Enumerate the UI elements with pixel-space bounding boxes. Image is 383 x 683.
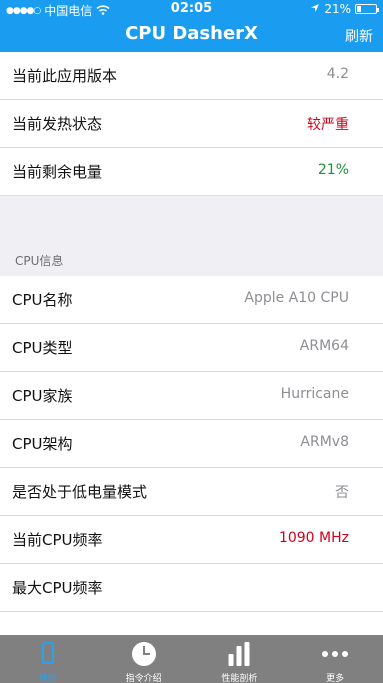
section-header-label: CPU信息: [15, 254, 64, 268]
row-label: CPU家族: [12, 387, 73, 405]
section-header-cpu: CPU信息: [0, 246, 383, 276]
bars-icon: [228, 642, 250, 666]
row-value: ARM64: [299, 338, 349, 354]
tab-instructions[interactable]: 指令介绍: [96, 635, 192, 683]
row-value: 21%: [317, 162, 349, 178]
phone-icon: [41, 642, 54, 664]
list-item[interactable]: CPU架构 ARMv8: [0, 420, 383, 468]
nav-bar: CPU DasherX 刷新: [0, 18, 383, 52]
row-value: 4.2: [326, 66, 349, 82]
nav-title: CPU DasherX: [125, 23, 258, 44]
row-label: 当前发热状态: [12, 115, 103, 133]
row-value: Apple A10 CPU: [244, 290, 349, 306]
tab-label: 更多: [326, 674, 345, 683]
list-item[interactable]: CPU类型 ARM64: [0, 324, 383, 372]
row-label: 当前此应用版本: [12, 67, 118, 85]
tab-label: 性能剖析: [221, 674, 258, 683]
row-label: 当前剩余电量: [12, 163, 103, 181]
list-item-partial-bottom: [0, 612, 383, 635]
row-label: 最大CPU频率: [12, 579, 103, 597]
row-label: 当前CPU频率: [12, 531, 103, 549]
row-value: ARMv8: [300, 434, 349, 450]
battery-percent: 21%: [324, 2, 351, 16]
tab-label: 我的: [38, 674, 57, 683]
row-value: 1090 MHz: [278, 530, 349, 546]
refresh-button[interactable]: 刷新: [345, 26, 373, 46]
list-item[interactable]: CPU家族 Hurricane: [0, 372, 383, 420]
info-list[interactable]: 当前此应用版本 4.2 当前发热状态 较严重 当前剩余电量 21% CPU信息 …: [0, 52, 383, 635]
status-right: 21%: [310, 2, 379, 16]
battery-fill: [357, 6, 361, 12]
list-item[interactable]: 当前CPU频率 1090 MHz: [0, 516, 383, 564]
tab-mine[interactable]: 我的: [0, 635, 96, 683]
battery-icon: [355, 4, 379, 14]
list-item[interactable]: 当前发热状态 较严重: [0, 100, 383, 148]
more-dots-icon: [322, 642, 349, 657]
row-label: CPU架构: [12, 435, 73, 453]
list-item[interactable]: 最大CPU频率: [0, 564, 383, 612]
row-value: 较严重: [307, 117, 349, 133]
row-label: CPU类型: [12, 339, 73, 357]
clock-icon: [131, 642, 156, 666]
tab-bar: 我的 指令介绍 性能剖析 更多: [0, 635, 383, 683]
row-value: Hurricane: [280, 386, 349, 402]
row-value: 否: [335, 485, 349, 501]
row-label: CPU名称: [12, 291, 73, 309]
list-item[interactable]: 是否处于低电量模式 否: [0, 468, 383, 516]
tab-performance[interactable]: 性能剖析: [192, 635, 288, 683]
list-item[interactable]: 当前此应用版本 4.2: [0, 52, 383, 100]
location-icon: [310, 2, 320, 16]
row-label: 是否处于低电量模式: [12, 483, 148, 501]
list-item[interactable]: CPU名称 Apple A10 CPU: [0, 276, 383, 324]
tab-label: 指令介绍: [125, 674, 162, 683]
list-item[interactable]: 当前剩余电量 21%: [0, 148, 383, 196]
status-bar: ●●●●○ 中国电信 02:05 21%: [0, 0, 383, 18]
tab-more[interactable]: 更多: [287, 635, 383, 683]
